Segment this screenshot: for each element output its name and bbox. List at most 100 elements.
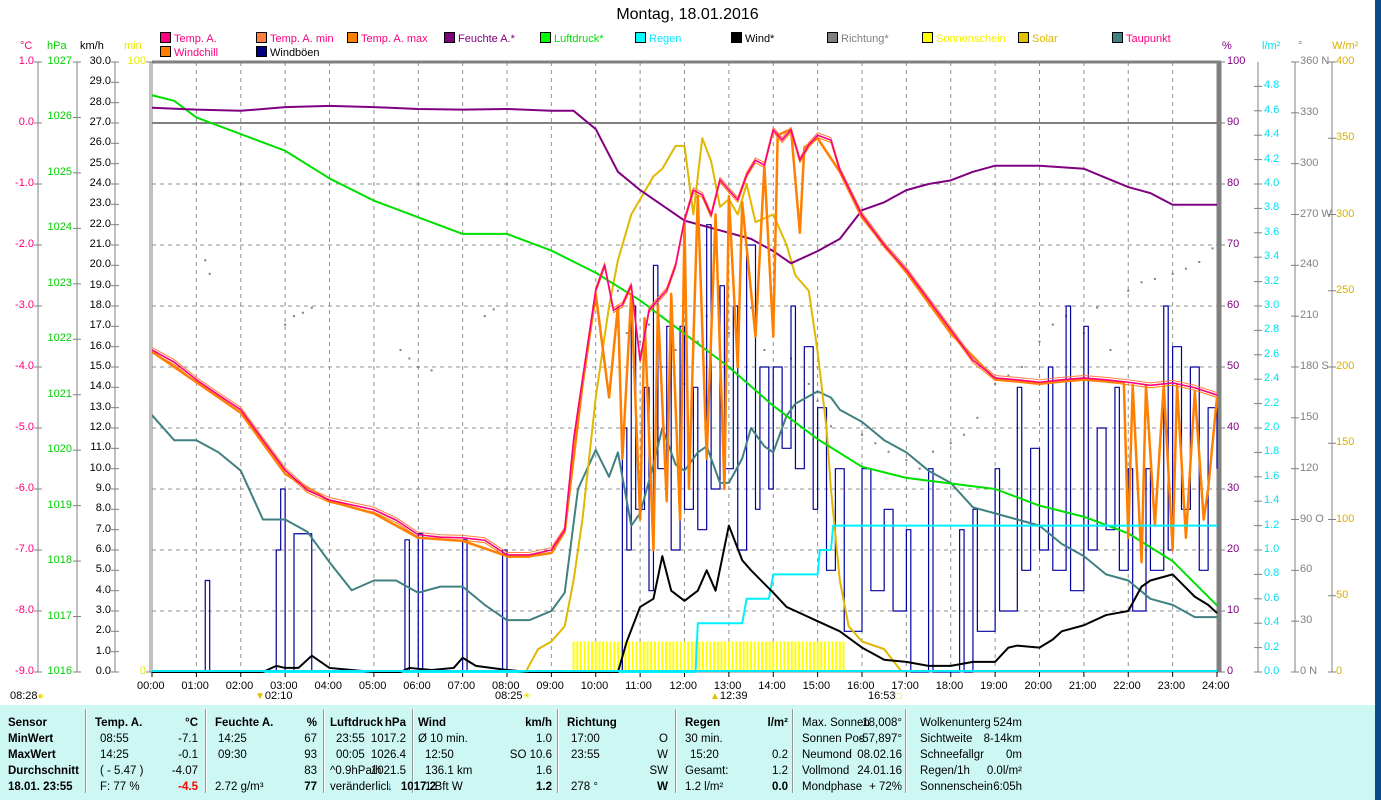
direction-point [1140,281,1143,284]
temp-unit: °C [185,717,198,729]
direction-point [430,369,433,372]
direction-point [1171,272,1174,275]
direction-point [301,311,304,314]
moon-phase-icon: ▼ [255,691,265,702]
moon-icon: ● [37,691,44,702]
pressure-min-value: 1017.2 [370,733,406,745]
rain-today: 1.2 l/m² [685,781,724,793]
rain-max-value: 0.2 [772,749,788,761]
humidity-avg-value: 83 [304,765,317,777]
event-time: 02:10 [264,690,293,702]
column-divider [557,709,559,793]
desktop-background [1375,0,1381,800]
event-marker: ▲12:39 [710,690,747,702]
astro-value: + 72% [869,781,902,793]
wind-distance: 136.1 km [425,765,473,777]
direction-point [816,399,819,402]
rain-unit: l/m² [767,717,788,729]
direction-point [861,433,863,436]
humidity-min-value: 67 [304,733,317,745]
temp-min-time: 08:55 [100,733,129,745]
wind-header: Wind [418,717,446,729]
event-time: 12:39 [719,690,748,702]
rain-total-value: 1.2 [772,765,788,777]
direction-point [483,315,486,318]
temp-min-value: -7.1 [178,733,198,745]
humidity-min-time: 14:25 [218,733,247,745]
event-marker: 08:28● [10,690,44,702]
direction-point [648,323,650,326]
direction-point [994,382,997,385]
rain-header: Regen [685,717,721,729]
weather-label: Schneefallgr [920,749,984,761]
direction-point [208,272,211,275]
direction-point [1020,366,1023,368]
rain-max-time: 15:20 [690,749,719,761]
direction-point [887,450,890,453]
humidity-max-time: 09:30 [218,749,247,761]
direction-point [963,433,966,436]
direction-min-value: O [659,733,668,745]
event-time: 08:25 [495,690,523,702]
temp-feels-humidity: F: 77 % [100,781,140,793]
direction-point [399,349,402,352]
direction-point [905,459,908,462]
temp-current-value: -4.5 [178,781,198,793]
humidity-max-value: 93 [304,749,317,761]
temp-max-time: 14:25 [100,749,129,761]
direction-point [616,289,619,292]
row-label-max: MaxWert [8,749,56,761]
weather-value: 0.0l/m² [986,765,1022,777]
pressure-max-value: 1026.4 [370,749,406,761]
direction-point [807,382,810,385]
solar-line [524,137,903,673]
rain-interval: 30 min. [685,733,723,745]
astro-value: 24.01.16 [857,765,902,777]
temp-header: Temp. A. [95,717,143,729]
event-marker: ▼02:10 [255,690,292,702]
wind-current-value: 1.2 [536,781,552,793]
direction-point [1184,267,1187,270]
rain-current-value: 0.0 [772,781,788,793]
wind-unit: km/h [525,717,552,729]
pressure-avg-value: 1021.5 [370,765,406,777]
direction-point [417,366,420,368]
event-marker: 16:53□ [868,690,902,702]
direction-point [204,259,207,262]
wind-avg-label: Ø 10 min. [418,733,468,745]
weather-label: Sichtweite [920,733,973,745]
sunrise-icon: ☀ [522,691,532,702]
humidity-unit: % [306,717,317,729]
rain-total-label: Gesamt: [685,765,729,777]
pressure-unit: hPa [384,717,406,729]
column-divider [905,709,907,793]
direction-point [639,340,642,343]
temp-avg-note: ( - 5.47 ) [100,765,144,777]
event-time: 08:28 [10,690,38,702]
column-divider [675,709,677,793]
direction-point [408,357,411,360]
column-divider [792,709,794,793]
sunset-icon: □ [895,691,902,702]
direction-max-time: 23:55 [571,749,600,761]
direction-min-time: 17:00 [571,733,600,745]
direction-point [674,349,677,352]
direction-point [918,467,921,470]
summary-table: Sensor MinWert MaxWert Durchschnitt 18.01. 2… [0,705,1375,800]
noon-icon: ▲ [710,691,720,702]
sensor-header: Sensor [8,717,47,729]
humidity-current-value: 77 [304,781,317,793]
direction-point [829,425,832,428]
weather-value: 8-14km [983,733,1022,745]
direction-point [976,416,979,419]
direction-point [763,349,766,352]
row-label-avg: Durchschnitt [8,765,79,777]
astro-value: 18,008° [862,717,902,729]
direction-point [1198,260,1201,263]
weather-value: 0m [1006,749,1022,761]
chart-plot [34,60,1336,677]
direction-degrees: 278 ° [571,781,598,793]
direction-point [1109,349,1112,352]
row-label-now: 18.01. 23:55 [8,781,73,793]
wind-mean-value: 1.6 [536,765,552,777]
